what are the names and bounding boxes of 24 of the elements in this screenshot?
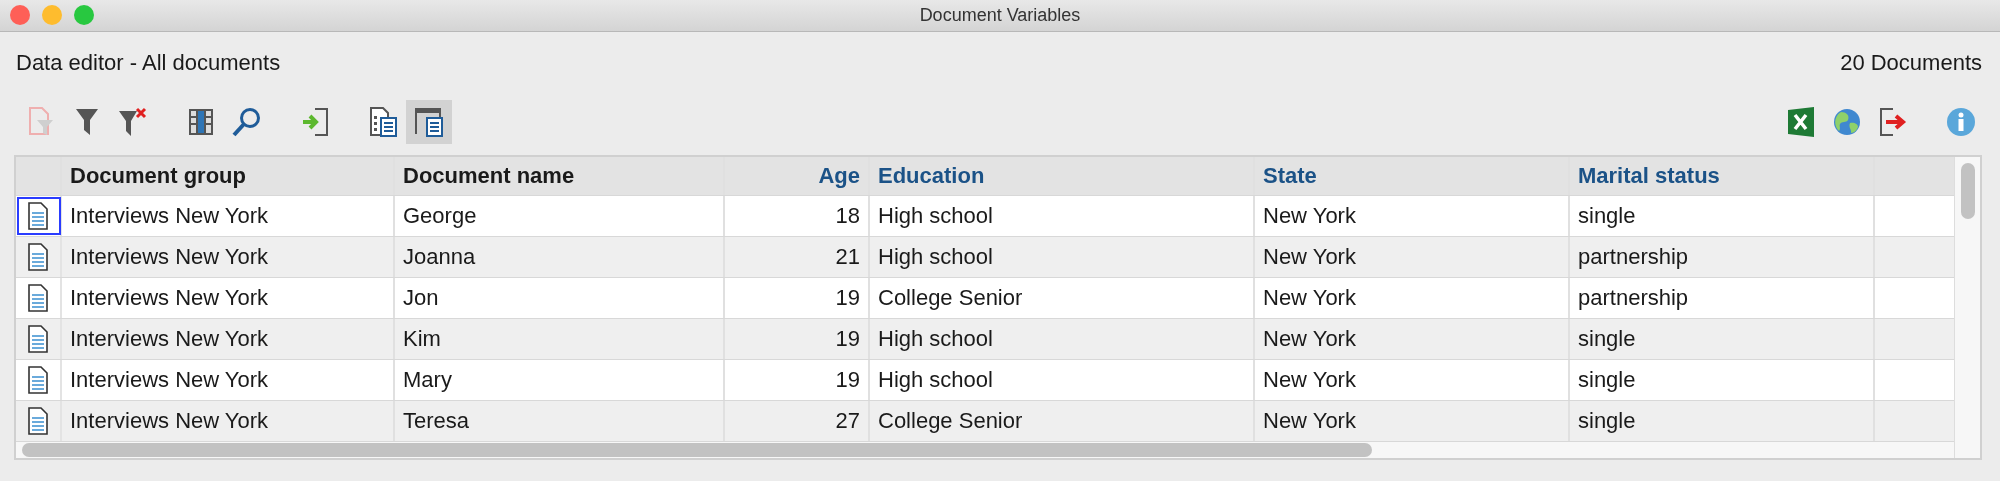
filter-icon — [75, 107, 99, 137]
document-icon — [28, 284, 48, 312]
document-icon — [28, 366, 48, 394]
toolbar-button[interactable] — [406, 100, 452, 144]
document-icon — [28, 407, 48, 435]
document-icon — [28, 202, 48, 230]
document-count: 20 Documents — [1840, 50, 1982, 77]
document-list-icon — [368, 106, 398, 138]
table-columns-icon — [188, 108, 214, 136]
horizontal-scrollbar[interactable] — [22, 443, 1372, 457]
vertical-scrollbar[interactable] — [1960, 163, 1975, 219]
export-icon — [1879, 107, 1907, 137]
filter-remove-icon — [118, 107, 148, 137]
globe-icon — [1833, 108, 1861, 136]
editor-title: Data editor - All documents — [16, 50, 281, 77]
document-icon — [28, 325, 48, 353]
document-window-icon — [414, 106, 444, 138]
document-filter-icon — [27, 106, 55, 138]
window-title: Document Variables — [919, 5, 1081, 26]
search-icon — [232, 107, 262, 137]
import-icon — [301, 107, 329, 137]
document-icon — [28, 243, 48, 271]
info-icon — [1946, 107, 1976, 137]
spreadsheet-icon — [1787, 107, 1815, 137]
